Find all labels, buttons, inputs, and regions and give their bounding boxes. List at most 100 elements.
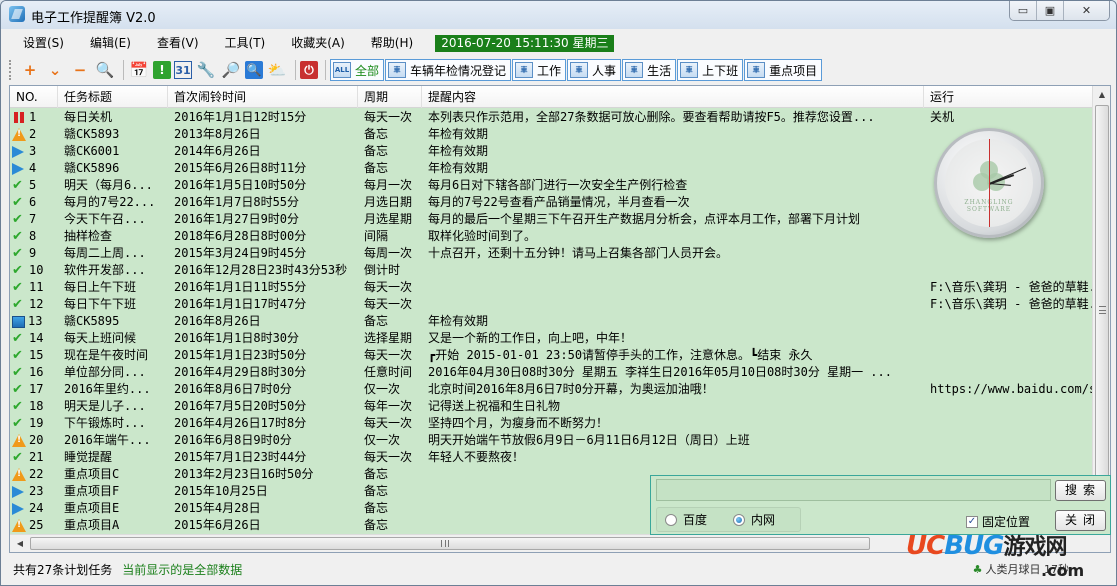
menu-tools[interactable]: 工具(T) — [215, 32, 276, 54]
cell-time: 2016年1月5日10时50分 — [174, 178, 307, 192]
table-row[interactable]: ✔ 19 下午锻炼时... 2016年4月26日17时8分 每天一次 坚持四个月，为瘦身而… — [10, 415, 1093, 432]
close-panel-button[interactable]: 关闭 — [1055, 510, 1106, 531]
table-row[interactable]: 20 2016年端午... 2016年6月8日9时0分 仅一次 明天开始端午节放假6月9… — [10, 432, 1093, 449]
table-row[interactable]: ✔ 14 每天上班问候 2016年1月1日8时30分 选择星期 又是一个新的工作日，向上吧… — [10, 330, 1093, 347]
table-row[interactable]: ✔ 16 单位部分同... 2016年4月29日8时30分 任意时间 2016年04月30… — [10, 364, 1093, 381]
table-row[interactable]: ✔ 10 软件开发部... 2016年12月28日23时43分53秒 倒计时 — [10, 262, 1093, 279]
cell-content: 年检有效期 — [428, 161, 489, 175]
cell-title: 重点项目C — [64, 467, 120, 481]
minimize-button[interactable]: ▭ — [1010, 1, 1037, 20]
calendar-icon[interactable]: 📅 — [128, 59, 150, 81]
table-row[interactable]: ✔ 15 现在是午夜时间 2015年1月1日23时50分 每天一次 ┏开始 2015-0… — [10, 347, 1093, 364]
cell-run — [924, 364, 1093, 381]
vertical-scroll-thumb[interactable] — [1095, 105, 1109, 531]
add-icon[interactable]: + — [19, 59, 41, 81]
warning-icon — [12, 434, 26, 447]
table-row[interactable]: ✔ 6 每月的7号22... 2016年1月7日8时55分 月选日期 每月的7号22号查看… — [10, 194, 1093, 211]
row-number: 5 — [29, 178, 37, 192]
category-button[interactable]: 車上下班 — [677, 59, 744, 81]
cell-time: 2016年7月5日20时50分 — [174, 399, 307, 413]
table-row[interactable]: ✔ 9 每周二上周... 2015年3月24日9时45分 每周一次 十点召开，还剩十五分钟… — [10, 245, 1093, 262]
table-row[interactable]: ✔ 12 每日下午下班 2016年1月1日17时47分 每天一次 F:\音乐\龚玥 - 爸… — [10, 296, 1093, 313]
wrench-icon[interactable]: 🔧 — [195, 59, 217, 81]
vertical-scrollbar[interactable]: ▲ — [1092, 86, 1110, 535]
cell-no: 13 — [10, 313, 58, 330]
table-row[interactable]: 4 赣CK5896 2015年6月26日8时11分 备忘 年检有效期 — [10, 160, 1093, 177]
scroll-up-button[interactable]: ▲ — [1093, 86, 1110, 103]
cell-run — [924, 330, 1093, 347]
category-button[interactable]: 車工作 — [512, 59, 567, 81]
cell-content: 取样化验时间到了。 — [428, 229, 537, 243]
category-button[interactable]: 車人事 — [567, 59, 622, 81]
table-row[interactable]: ✔ 21 睡觉提醒 2015年7月1日23时44分 每天一次 年轻人不要熬夜！ — [10, 449, 1093, 466]
column-header-run[interactable]: 运行 — [924, 86, 1093, 108]
category-button[interactable]: 車生活 — [622, 59, 677, 81]
menu-edit[interactable]: 编辑(E) — [80, 32, 141, 54]
toolbar-grip[interactable] — [9, 60, 13, 80]
table-row[interactable]: 2 赣CK5893 2013年8月26日 备忘 年检有效期 — [10, 126, 1093, 143]
menu-bar: 设置(S) 编辑(E) 查看(V) 工具(T) 收藏夹(A) 帮助(H) 201… — [9, 31, 1109, 55]
cell-cycle: 每天一次 — [364, 110, 413, 124]
row-number: 12 — [29, 297, 44, 311]
check-icon: ✔ — [12, 450, 23, 465]
table-row[interactable]: ✔ 5 明天（每月6... 2016年1月5日10时50分 每月一次 每月6日对下辖各部门… — [10, 177, 1093, 194]
column-header-no[interactable]: NO. — [10, 86, 58, 108]
category-button[interactable]: 車重点项目 — [744, 59, 823, 81]
radio-intranet[interactable]: 内网 — [733, 511, 775, 528]
window-title: 电子工作提醒簿 V2.0 — [31, 11, 156, 26]
pin-position-checkbox[interactable]: ✓ 固定位置 — [966, 513, 1030, 530]
column-header-title[interactable]: 任务标题 — [58, 86, 168, 108]
warning-icon — [12, 128, 26, 141]
clock-face: ZHANGLING SOFTWARE — [945, 139, 1033, 227]
table-row[interactable]: 1 每日关机 2016年1月1日12时15分 每天一次 本列表只作示范用，全部27条数据… — [10, 109, 1093, 126]
row-number: 16 — [29, 365, 44, 379]
horizontal-scroll-thumb[interactable] — [30, 537, 870, 550]
search-input[interactable] — [656, 479, 1051, 501]
table-row[interactable]: ✔ 11 每日上午下班 2016年1月1日11时55分 每天一次 F:\音乐\龚玥 - 爸… — [10, 279, 1093, 296]
menu-help[interactable]: 帮助(H) — [361, 32, 423, 54]
category-button[interactable]: ALL 全部 — [330, 59, 385, 81]
row-number: 21 — [29, 450, 44, 464]
table-row[interactable]: 3 赣CK6001 2014年6月26日 备忘 年检有效期 — [10, 143, 1093, 160]
maximize-button[interactable]: ▣ — [1037, 1, 1064, 20]
search-icon[interactable]: 🔍 — [94, 59, 116, 81]
column-header-content[interactable]: 提醒内容 — [422, 86, 924, 108]
cell-no: 4 — [10, 160, 58, 177]
close-button[interactable]: ✕ — [1064, 1, 1109, 20]
row-number: 24 — [29, 501, 44, 515]
column-header-cycle[interactable]: 周期 — [358, 86, 422, 108]
menu-favorites[interactable]: 收藏夹(A) — [281, 32, 355, 54]
table-header: NO. 任务标题 首次闹铃时间 周期 提醒内容 运行 — [10, 86, 1093, 108]
row-number: 8 — [29, 229, 37, 243]
remove-icon[interactable]: − — [69, 59, 91, 81]
window-controls: ▭ ▣ ✕ — [1009, 1, 1110, 21]
power-icon[interactable]: ⏻ — [300, 61, 318, 79]
check-icon: ✔ — [12, 178, 23, 193]
category-button[interactable]: 車车辆年检情况登记 — [385, 59, 512, 81]
row-number: 7 — [29, 212, 37, 226]
table-row[interactable]: ✔ 17 2016年里约... 2016年8月6日7时0分 仅一次 北京时间2016年8月… — [10, 381, 1093, 398]
column-header-time[interactable]: 首次闹铃时间 — [168, 86, 358, 108]
category-label: 上下班 — [702, 63, 739, 78]
table-row[interactable]: ✔ 7 今天下午召... 2016年1月27日9时0分 月选星期 每月的最后一个星期三下午… — [10, 211, 1093, 228]
table-body: 1 每日关机 2016年1月1日12时15分 每天一次 本列表只作示范用，全部27条数据… — [10, 109, 1093, 535]
menu-view[interactable]: 查看(V) — [147, 32, 209, 54]
cell-title: 每日下午下班 — [64, 297, 137, 311]
cell-run — [924, 415, 1093, 432]
radio-baidu[interactable]: 百度 — [665, 511, 707, 528]
date-31-icon[interactable]: 31 — [174, 61, 192, 79]
alert-icon[interactable]: ! — [153, 61, 171, 79]
menu-settings[interactable]: 设置(S) — [9, 32, 74, 54]
search-button[interactable]: 搜索 — [1055, 480, 1106, 501]
cell-run: F:\音乐\龚玥 - 爸爸的草鞋. — [930, 280, 1093, 294]
table-row[interactable]: ✔ 8 抽样检查 2018年6月28日8时00分 间隔 取样化验时间到了。 — [10, 228, 1093, 245]
row-number: 25 — [29, 518, 44, 532]
scroll-left-button[interactable]: ◀ — [12, 535, 28, 552]
table-row[interactable]: ✔ 18 明天是儿子... 2016年7月5日20时50分 每年一次 记得送上祝福和生日礼… — [10, 398, 1093, 415]
magnifier-blue-icon[interactable]: 🔍 — [245, 61, 263, 79]
document-search-icon[interactable]: 🔎 — [220, 59, 242, 81]
title-bar: 电子工作提醒簿 V2.0 ▭ ▣ ✕ — [1, 1, 1116, 29]
weather-icon[interactable]: ⛅ — [266, 59, 288, 81]
table-row[interactable]: 13 赣CK5895 2016年8月26日 备忘 年检有效期 — [10, 313, 1093, 330]
chevron-down-icon[interactable]: ⌄ — [44, 59, 66, 81]
